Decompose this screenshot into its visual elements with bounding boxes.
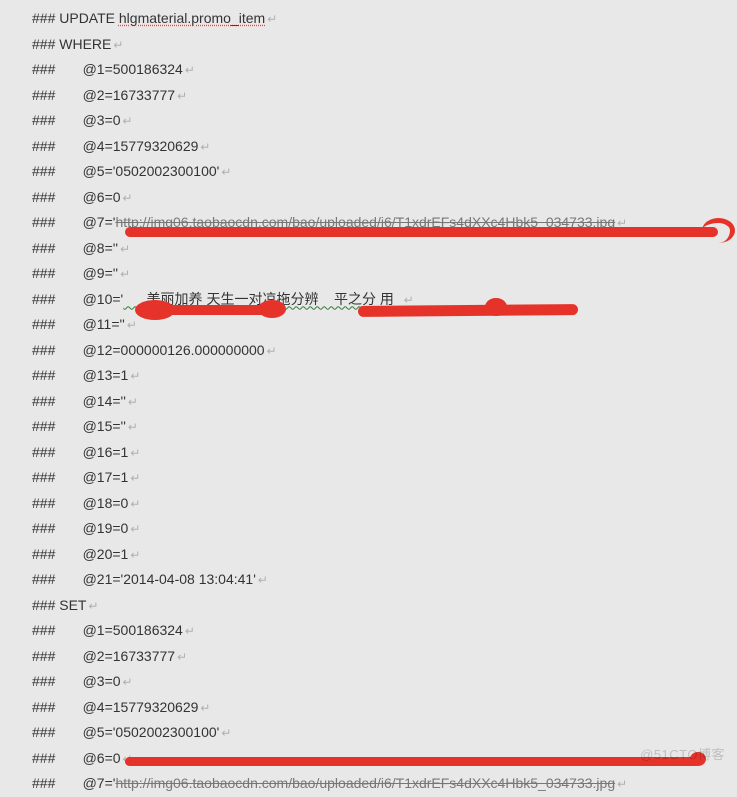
redaction-mark xyxy=(125,757,700,766)
line-p16: ### @16=1↵ xyxy=(32,440,737,466)
watermark: @51CTO博客 xyxy=(640,744,725,763)
redaction-mark xyxy=(258,300,286,318)
line-p17: ### @17=1↵ xyxy=(32,465,737,491)
line-p15: ### @15=''↵ xyxy=(32,414,737,440)
line-p2: ### @2=16733777↵ xyxy=(32,83,737,109)
redaction-mark xyxy=(358,304,578,317)
line-p9: ### @9=''↵ xyxy=(32,261,737,287)
line-s3: ### @3=0↵ xyxy=(32,669,737,695)
line-p18: ### @18=0↵ xyxy=(32,491,737,517)
line-p12: ### @12=000000126.000000000↵ xyxy=(32,338,737,364)
redaction-mark xyxy=(485,298,507,316)
line-p20: ### @20=1↵ xyxy=(32,542,737,568)
redaction-mark xyxy=(168,305,268,315)
line-p8: ### @8=''↵ xyxy=(32,236,737,262)
line-where: ### WHERE↵ xyxy=(32,32,737,58)
line-p19: ### @19=0↵ xyxy=(32,516,737,542)
line-p13: ### @13=1↵ xyxy=(32,363,737,389)
line-update: ### UPDATE hlgmaterial.promo_item↵ xyxy=(32,6,737,32)
line-s1: ### @1=500186324↵ xyxy=(32,618,737,644)
line-p4: ### @4=15779320629↵ xyxy=(32,134,737,160)
line-p21: ### @21='2014-04-08 13:04:41'↵ xyxy=(32,567,737,593)
redaction-mark xyxy=(702,218,735,243)
line-p6: ### @6=0↵ xyxy=(32,185,737,211)
line-s7: ### @7='http://img06.taobaocdn.com/bao/u… xyxy=(32,771,737,797)
line-s5: ### @5='0502002300100'↵ xyxy=(32,720,737,746)
line-s4: ### @4=15779320629↵ xyxy=(32,695,737,721)
line-set: ### SET↵ xyxy=(32,593,737,619)
code-block: ### UPDATE hlgmaterial.promo_item↵ ### W… xyxy=(0,0,737,797)
line-p14: ### @14=''↵ xyxy=(32,389,737,415)
return-glyph: ↵ xyxy=(267,12,277,26)
line-p3: ### @3=0↵ xyxy=(32,108,737,134)
line-p5: ### @5='0502002300100'↵ xyxy=(32,159,737,185)
line-p1: ### @1=500186324↵ xyxy=(32,57,737,83)
redaction-mark xyxy=(125,227,718,237)
line-s2: ### @2=16733777↵ xyxy=(32,644,737,670)
